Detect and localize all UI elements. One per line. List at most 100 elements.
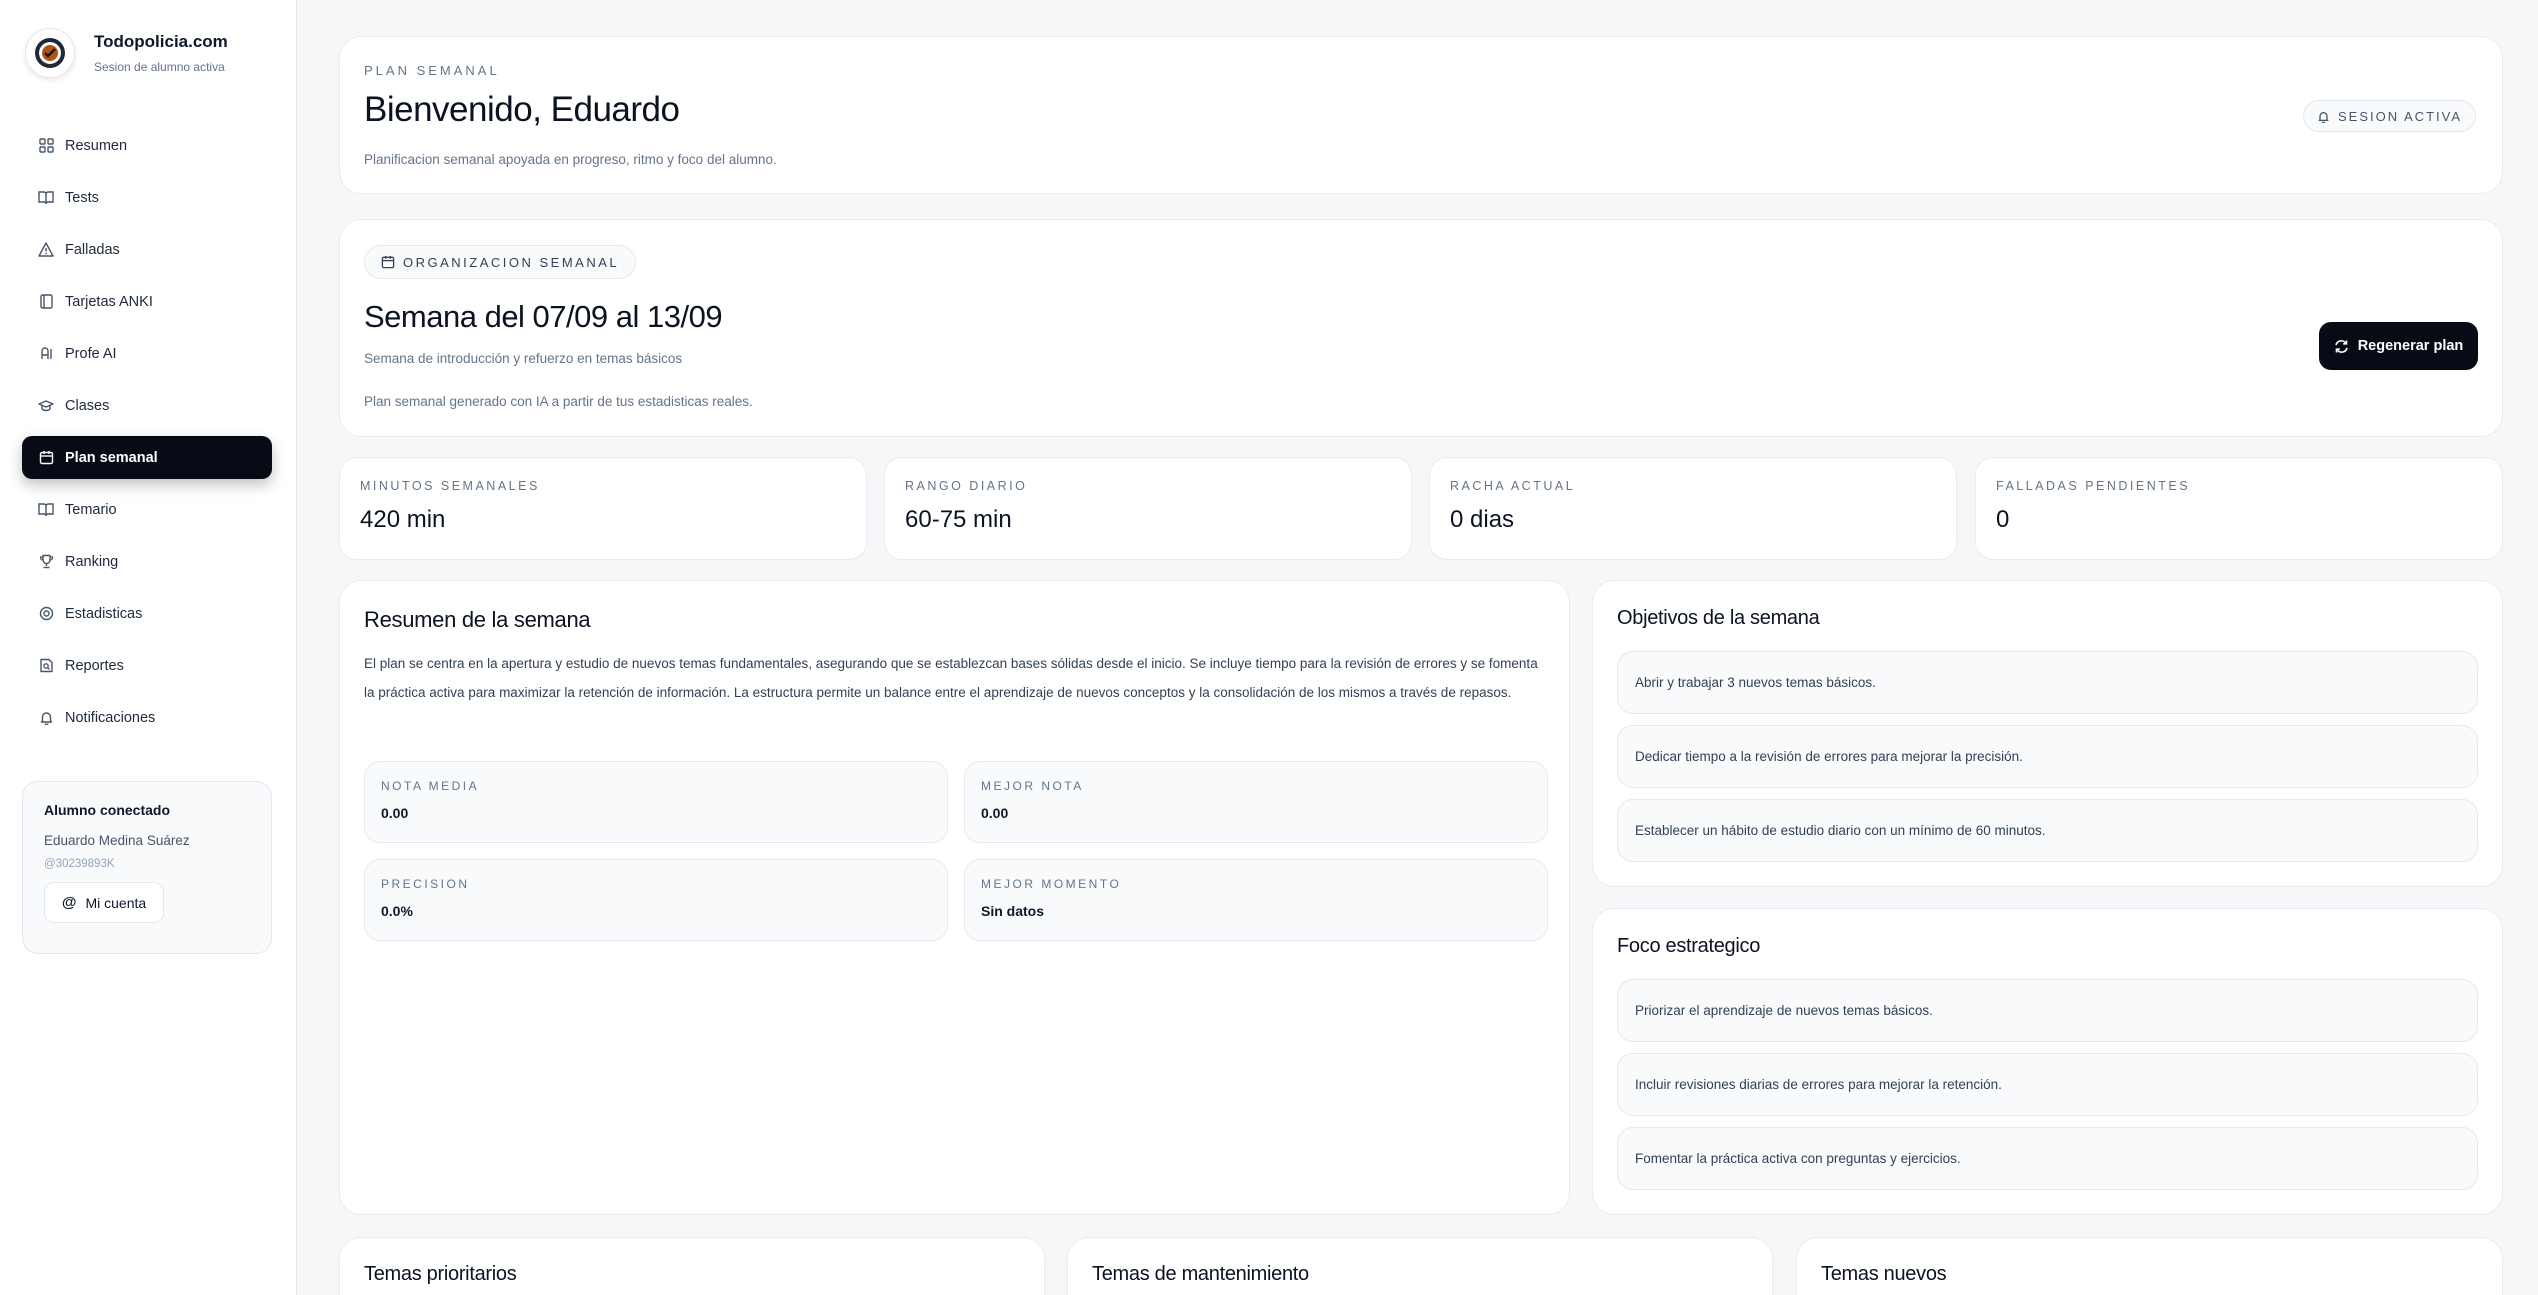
user-name: Eduardo Medina Suárez: [44, 833, 190, 848]
sidebar-item-tests[interactable]: Tests: [22, 176, 272, 219]
stat-label: MINUTOS SEMANALES: [360, 479, 540, 493]
sidebar-item-label: Resumen: [65, 137, 128, 154]
grid-icon: [38, 138, 54, 154]
stat-value: 0: [1996, 506, 2010, 533]
stat-value: 420 min: [360, 506, 446, 533]
new-topics-title: Temas nuevos: [1821, 1263, 1947, 1285]
sidebar-item-notificaciones[interactable]: Notificaciones: [22, 696, 272, 739]
sidebar-item-tarjetas-anki[interactable]: Tarjetas ANKI: [22, 280, 272, 323]
objective-item: Dedicar tiempo a la revisión de errores …: [1617, 725, 2478, 788]
session-status-label: SESION ACTIVA: [2337, 108, 2462, 124]
metric-value: 0.00: [381, 805, 409, 821]
page-subtitle: Planificacion semanal apoyada en progres…: [364, 152, 777, 167]
refresh-icon: [2334, 339, 2349, 354]
stat-card-daily-range: RANGO DIARIO 60-75 min: [884, 457, 1412, 560]
stat-label: RANGO DIARIO: [905, 479, 1028, 493]
stat-value: 60-75 min: [905, 506, 1012, 533]
sidebar-item-resumen[interactable]: Resumen: [22, 124, 272, 167]
brand-subtitle: Sesion de alumno activa: [94, 60, 225, 74]
sidebar-item-temario[interactable]: Temario: [22, 488, 272, 531]
week-note: Plan semanal generado con IA a partir de…: [364, 394, 753, 409]
page-title: Bienvenido, Eduardo: [364, 90, 680, 129]
stat-card-current-streak: RACHA ACTUAL 0 dias: [1429, 457, 1957, 560]
police-badge-icon: [35, 38, 65, 68]
user-card: Alumno conectado Eduardo Medina Suárez @…: [22, 781, 272, 954]
new-topics-card: Temas nuevos: [1796, 1237, 2503, 1295]
strategic-focus-card: Foco estrategico Priorizar el aprendizaj…: [1592, 908, 2503, 1215]
focus-item: Priorizar el aprendizaje de nuevos temas…: [1617, 979, 2478, 1042]
my-account-button[interactable]: @ Mi cuenta: [44, 882, 164, 923]
sidebar-item-label: Tests: [65, 189, 99, 206]
week-title: Semana del 07/09 al 13/09: [364, 299, 723, 334]
stat-value: 0 dias: [1450, 506, 1515, 533]
sidebar-item-label: Profe AI: [65, 345, 117, 362]
sidebar-item-label: Notificaciones: [65, 709, 156, 726]
sidebar-item-label: Plan semanal: [65, 449, 158, 466]
objective-item: Establecer un hábito de estudio diario c…: [1617, 799, 2478, 862]
sidebar-item-estadisticas[interactable]: Estadisticas: [22, 592, 272, 635]
sidebar-item-plan-semanal[interactable]: Plan semanal: [22, 436, 272, 479]
metric-value: 0.0%: [381, 903, 413, 919]
sidebar-item-label: Ranking: [65, 553, 119, 570]
weekly-summary-card: Resumen de la semana El plan se centra e…: [339, 580, 1570, 1215]
metric-value: 0.00: [981, 805, 1009, 821]
sidebar-item-falladas[interactable]: Falladas: [22, 228, 272, 271]
sidebar-item-clases[interactable]: Clases: [22, 384, 272, 427]
welcome-card: PLAN SEMANAL Bienvenido, Eduardo Planifi…: [339, 36, 2503, 194]
sidebar-item-reportes[interactable]: Reportes: [22, 644, 272, 687]
sidebar-item-label: Tarjetas ANKI: [65, 293, 153, 310]
summary-text: El plan se centra en la apertura y estud…: [364, 656, 1538, 700]
bell-icon: [38, 710, 54, 726]
maintenance-topics-title: Temas de mantenimiento: [1092, 1263, 1309, 1285]
graduation-cap-icon: [38, 398, 54, 414]
metric-precision: PRECISION 0.0%: [364, 859, 948, 941]
calendar-icon: [381, 255, 395, 269]
sidebar-item-profe-ai[interactable]: Profe AI: [22, 332, 272, 375]
metric-best-moment: MEJOR MOMENTO Sin datos: [964, 859, 1548, 941]
book-open-icon: [38, 502, 54, 518]
user-card-title: Alumno conectado: [44, 802, 171, 818]
organization-chip-label: ORGANIZACION SEMANAL: [403, 254, 620, 270]
weekly-objectives-card: Objetivos de la semana Abrir y trabajar …: [1592, 580, 2503, 887]
my-account-label: Mi cuenta: [85, 894, 147, 911]
book-icon: [38, 190, 54, 206]
maintenance-topics-card: Temas de mantenimiento: [1067, 1237, 1773, 1295]
metric-best-grade: MEJOR NOTA 0.00: [964, 761, 1548, 843]
sidebar-item-label: Reportes: [65, 657, 124, 674]
at-icon: @: [61, 894, 77, 911]
page-eyebrow: PLAN SEMANAL: [364, 63, 500, 78]
metric-value: Sin datos: [981, 903, 1045, 919]
bell-icon: [2317, 110, 2330, 123]
focus-title: Foco estrategico: [1617, 935, 1761, 957]
stat-label: RACHA ACTUAL: [1450, 479, 1576, 493]
metric-label: PRECISION: [381, 877, 470, 891]
warning-icon: [38, 242, 54, 258]
brand-logo[interactable]: [25, 28, 75, 78]
trophy-icon: [38, 554, 54, 570]
regenerate-plan-label: Regenerar plan: [2357, 338, 2464, 354]
stat-card-pending-failed: FALLADAS PENDIENTES 0: [1975, 457, 2503, 560]
stat-label: FALLADAS PENDIENTES: [1996, 479, 2191, 493]
sidebar-item-ranking[interactable]: Ranking: [22, 540, 272, 583]
focus-item: Fomentar la práctica activa con pregunta…: [1617, 1127, 2478, 1190]
week-subtitle: Semana de introducción y refuerzo en tem…: [364, 351, 683, 366]
organization-chip: ORGANIZACION SEMANAL: [364, 245, 637, 279]
week-card: ORGANIZACION SEMANAL Semana del 07/09 al…: [339, 219, 2503, 437]
brand: Todopolicia.com Sesion de alumno activa: [25, 28, 228, 78]
report-icon: [38, 658, 54, 674]
sidebar-nav: Resumen Tests Falladas Tarjetas ANKI Pro…: [22, 124, 272, 748]
brand-title: Todopolicia.com: [94, 32, 228, 51]
sidebar-item-label: Temario: [65, 501, 117, 518]
focus-item: Incluir revisiones diarias de errores pa…: [1617, 1053, 2478, 1116]
priority-topics-card: Temas prioritarios: [339, 1237, 1045, 1295]
summary-title: Resumen de la semana: [364, 607, 591, 632]
regenerate-plan-button[interactable]: Regenerar plan: [2319, 322, 2478, 370]
sidebar-item-label: Estadisticas: [65, 605, 143, 622]
sidebar-item-label: Falladas: [65, 241, 120, 258]
metric-label: MEJOR NOTA: [981, 779, 1084, 793]
session-status-badge: SESION ACTIVA: [2303, 100, 2476, 132]
user-handle: @30239893K: [44, 858, 115, 870]
cards-icon: [38, 294, 54, 310]
calendar-icon: [38, 450, 54, 466]
priority-topics-title: Temas prioritarios: [364, 1263, 517, 1285]
